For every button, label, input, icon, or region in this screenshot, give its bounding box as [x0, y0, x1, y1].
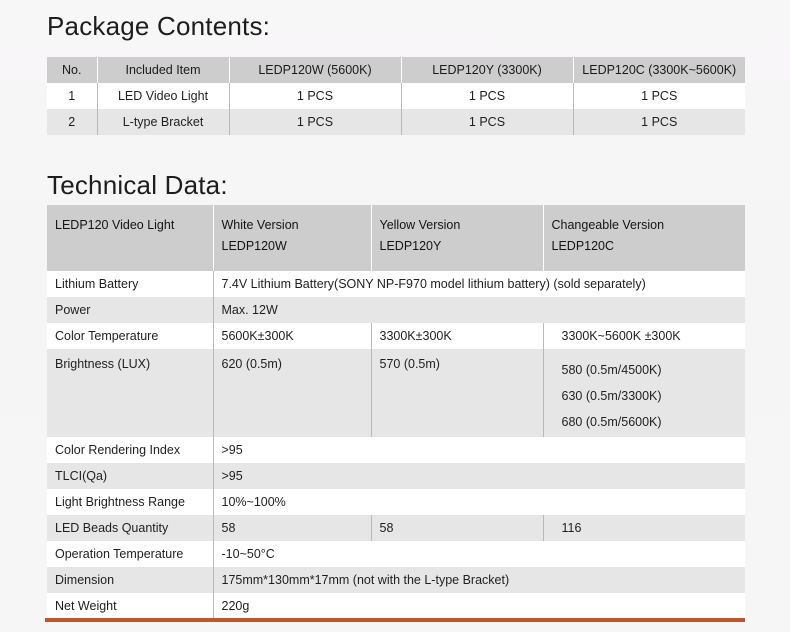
table-row-tlci: TLCI(Qa) >95 [47, 463, 745, 489]
cell-beads-changeable: 116 [543, 515, 745, 541]
row-value-cri: >95 [213, 437, 745, 463]
table-header-row: No. Included Item LEDP120W (5600K) LEDP1… [47, 57, 745, 83]
table-row-operation-temperature: Operation Temperature -10~50°C [47, 541, 745, 567]
cell-brightness-yellow: 570 (0.5m) [371, 349, 544, 437]
table-row-color-temperature: Color Temperature 5600K±300K 3300K±300K … [47, 323, 745, 349]
table-row-brightness-range: Light Brightness Range 10%~100% [47, 489, 745, 515]
cell-qty-y: 1 PCS [401, 83, 574, 109]
header-white-model: LEDP120W [221, 239, 287, 253]
brightness-changeable-3300k: 630 (0.5m/3300K) [561, 389, 662, 403]
section-divider-rule [45, 618, 745, 622]
row-label-net-weight: Net Weight [47, 593, 214, 619]
cell-qty-y: 1 PCS [401, 109, 574, 135]
brightness-changeable-5600k: 680 (0.5m/5600K) [561, 415, 662, 429]
table-row: 1 LED Video Light 1 PCS 1 PCS 1 PCS [47, 83, 745, 109]
brightness-changeable-4500k: 580 (0.5m/4500K) [561, 363, 662, 377]
row-label-tlci: TLCI(Qa) [47, 463, 214, 489]
cell-color-temp-yellow: 3300K±300K [371, 323, 544, 349]
row-value-tlci: >95 [213, 463, 745, 489]
table-row: 2 L-type Bracket 1 PCS 1 PCS 1 PCS [47, 109, 745, 135]
cell-item: LED Video Light [97, 83, 230, 109]
header-changeable-version: Changeable Version [551, 218, 665, 232]
cell-qty-w: 1 PCS [229, 109, 402, 135]
column-header-changeable-version: Changeable Version LEDP120C [543, 205, 745, 271]
table-row-led-beads: LED Beads Quantity 58 58 116 [47, 515, 745, 541]
page-title-technical-data: Technical Data: [47, 170, 228, 200]
column-header-yellow-version: Yellow Version LEDP120Y [371, 205, 544, 271]
row-value-net-weight: 220g [213, 593, 745, 619]
product-spec-page: Package Contents: No. Included Item LEDP… [0, 0, 790, 632]
technical-data-table: LEDP120 Video Light White Version LEDP12… [47, 205, 745, 619]
header-yellow-model: LEDP120Y [379, 239, 442, 253]
column-header-included-item: Included Item [97, 57, 230, 83]
row-label-dimension: Dimension [47, 567, 214, 593]
cell-beads-yellow: 58 [371, 515, 544, 541]
table-row-lithium-battery: Lithium Battery 7.4V Lithium Battery(SON… [47, 271, 745, 297]
table-row-net-weight: Net Weight 220g [47, 593, 745, 619]
row-label-brightness: Brightness (LUX) [47, 349, 214, 437]
row-label-cri: Color Rendering Index [47, 437, 214, 463]
cell-qty-c: 1 PCS [573, 83, 745, 109]
column-header-ledp120w: LEDP120W (5600K) [229, 57, 402, 83]
row-label-brightness-range: Light Brightness Range [47, 489, 214, 515]
cell-qty-c: 1 PCS [573, 109, 745, 135]
cell-no: 1 [47, 83, 98, 109]
column-header-white-version: White Version LEDP120W [213, 205, 372, 271]
column-header-ledp120c: LEDP120C (3300K~5600K) [573, 57, 745, 83]
cell-color-temp-changeable: 3300K~5600K ±300K [543, 323, 745, 349]
cell-color-temp-white: 5600K±300K [213, 323, 372, 349]
row-value-operation-temperature: -10~50°C [213, 541, 745, 567]
cell-brightness-white: 620 (0.5m) [213, 349, 372, 437]
page-title-package-contents: Package Contents: [47, 11, 271, 41]
header-white-version: White Version [221, 218, 299, 232]
row-label-operation-temperature: Operation Temperature [47, 541, 214, 567]
table-row-dimension: Dimension 175mm*130mm*17mm (not with the… [47, 567, 745, 593]
cell-item: L-type Bracket [97, 109, 230, 135]
row-value-brightness-range: 10%~100% [213, 489, 745, 515]
column-header-ledp120y: LEDP120Y (3300K) [401, 57, 574, 83]
row-label-led-beads: LED Beads Quantity [47, 515, 214, 541]
header-yellow-version: Yellow Version [379, 218, 461, 232]
package-contents-table: No. Included Item LEDP120W (5600K) LEDP1… [47, 57, 745, 135]
row-value-dimension: 175mm*130mm*17mm (not with the L-type Br… [213, 567, 745, 593]
table-row-power: Power Max. 12W [47, 297, 745, 323]
column-header-no: No. [47, 57, 98, 83]
cell-beads-white: 58 [213, 515, 372, 541]
cell-no: 2 [47, 109, 98, 135]
row-label-power: Power [47, 297, 214, 323]
row-label-color-temperature: Color Temperature [47, 323, 214, 349]
table-header-row: LEDP120 Video Light White Version LEDP12… [47, 205, 745, 271]
table-row-cri: Color Rendering Index >95 [47, 437, 745, 463]
cell-brightness-changeable: 580 (0.5m/4500K) 630 (0.5m/3300K) 680 (0… [543, 349, 745, 437]
cell-qty-w: 1 PCS [229, 83, 402, 109]
column-header-product: LEDP120 Video Light [47, 205, 214, 271]
row-value-power: Max. 12W [213, 297, 745, 323]
header-product-label: LEDP120 Video Light [55, 218, 175, 232]
header-changeable-model: LEDP120C [551, 239, 615, 253]
table-row-brightness: Brightness (LUX) 620 (0.5m) 570 (0.5m) 5… [47, 349, 745, 437]
row-value-lithium-battery: 7.4V Lithium Battery(SONY NP-F970 model … [213, 271, 745, 297]
row-label-lithium-battery: Lithium Battery [47, 271, 214, 297]
